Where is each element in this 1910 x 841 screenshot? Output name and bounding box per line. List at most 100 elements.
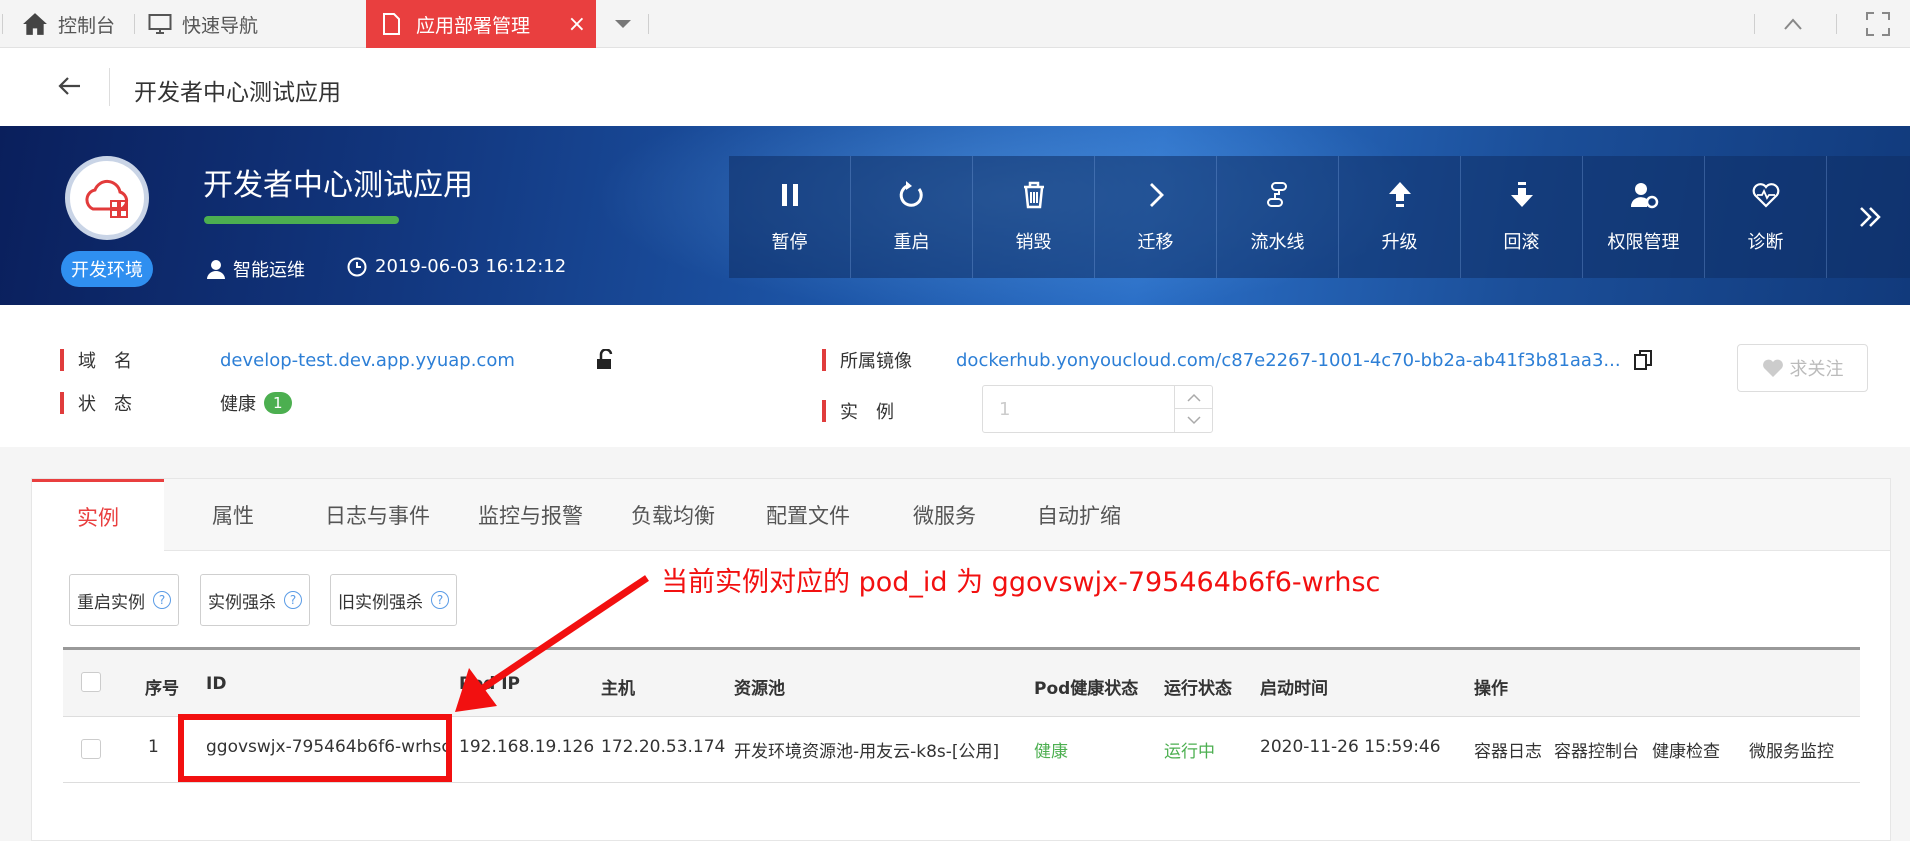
- pod-ip: 192.168.19.126: [459, 737, 595, 757]
- container-console-link[interactable]: 容器控制台: [1554, 737, 1639, 762]
- unlock-icon[interactable]: [595, 349, 617, 371]
- stepper-down-button[interactable]: [1175, 409, 1212, 432]
- upgrade-button[interactable]: 升级: [1339, 156, 1461, 278]
- accent-bar: [60, 392, 64, 414]
- help-icon[interactable]: ?: [153, 591, 171, 609]
- image-label: 所属镜像: [840, 351, 912, 372]
- image-field: 所属镜像 dockerhub.yonyoucloud.com/c87e2267-…: [822, 347, 1653, 373]
- page-header: 开发者中心测试应用: [0, 48, 1910, 126]
- tab-autoscale[interactable]: 自动扩缩: [1037, 479, 1121, 551]
- restart-instance-button[interactable]: 重启实例?: [69, 574, 179, 626]
- button-label: 实例强杀: [208, 592, 276, 613]
- action-label: 重启: [893, 232, 930, 253]
- more-actions-button[interactable]: [1827, 156, 1910, 278]
- start-time: 2020-11-26 15:59:46: [1260, 737, 1441, 757]
- column-header: 操作: [1474, 679, 1508, 699]
- instance-card: 实例 属性 日志与事件 监控与报警 负载均衡 配置文件 微服务 自动扩缩 重启实…: [31, 478, 1891, 841]
- detail-tabs: 实例 属性 日志与事件 监控与报警 负载均衡 配置文件 微服务 自动扩缩: [32, 479, 1890, 552]
- rollback-button[interactable]: 回滚: [1461, 156, 1583, 278]
- tab-microservice[interactable]: 微服务: [913, 479, 976, 551]
- image-link[interactable]: dockerhub.yonyoucloud.com/c87e2267-1001-…: [956, 350, 1621, 371]
- column-header: 主机: [601, 679, 635, 699]
- app-name: 开发者中心测试应用: [203, 168, 473, 203]
- tab-load-balance[interactable]: 负载均衡: [631, 479, 715, 551]
- help-icon[interactable]: ?: [284, 591, 302, 609]
- action-label: 回滚: [1503, 232, 1540, 253]
- action-toolbar: 暂停 重启 销毁 迁移 流水线 升级 回滚 权限管理 诊断: [729, 156, 1910, 278]
- tab-properties[interactable]: 属性: [212, 479, 254, 551]
- permission-button[interactable]: 权限管理: [1583, 156, 1705, 278]
- run-state: 运行中: [1164, 742, 1215, 762]
- instance-label: 实 例: [840, 402, 894, 423]
- force-kill-button[interactable]: 实例强杀?: [200, 574, 310, 626]
- instance-stepper[interactable]: 1: [982, 385, 1213, 433]
- tab-quick-nav[interactable]: 快速导航: [148, 0, 258, 48]
- column-header: ID: [206, 674, 227, 694]
- stepper-up-button[interactable]: [1175, 386, 1212, 409]
- health-progress-bar: [204, 216, 399, 224]
- column-header: Pod IP: [459, 674, 521, 694]
- destroy-button[interactable]: 销毁: [973, 156, 1095, 278]
- force-kill-old-button[interactable]: 旧实例强杀?: [330, 574, 457, 626]
- document-icon: [383, 13, 400, 35]
- pause-button[interactable]: 暂停: [729, 156, 851, 278]
- tab-bar: 控制台 快速导航 应用部署管理 ×: [0, 0, 1910, 48]
- restart-icon: [899, 181, 923, 207]
- host-link[interactable]: 172.20.53.174: [601, 737, 725, 757]
- health-check-link[interactable]: 健康检查: [1652, 737, 1720, 762]
- tab-dropdown[interactable]: [614, 0, 632, 48]
- tab-label: 快速导航: [182, 14, 259, 37]
- diagnose-button[interactable]: 诊断: [1705, 156, 1827, 278]
- column-header: 启动时间: [1260, 679, 1328, 699]
- highlight-box: [178, 714, 452, 782]
- instance-value: 1: [999, 399, 1011, 420]
- container-log-link[interactable]: 容器日志: [1474, 737, 1542, 762]
- home-icon: [23, 13, 47, 35]
- pod-health: 健康: [1034, 742, 1068, 762]
- domain-field: 域 名 develop-test.dev.app.yyuap.com: [60, 347, 617, 373]
- resource-pool: 开发环境资源池-用友云-k8s-[公用]: [734, 742, 1000, 762]
- select-all-checkbox[interactable]: [81, 672, 101, 692]
- action-label: 升级: [1381, 232, 1418, 253]
- rollback-icon: [1510, 182, 1533, 207]
- arrow-left-icon[interactable]: [58, 76, 82, 96]
- fullscreen-button[interactable]: [1865, 0, 1891, 48]
- migrate-button[interactable]: 迁移: [1095, 156, 1217, 278]
- tab-instances[interactable]: 实例: [32, 479, 164, 552]
- row-checkbox[interactable]: [81, 739, 101, 759]
- fullscreen-icon: [1866, 12, 1890, 36]
- cloud-app-icon: [85, 179, 129, 218]
- follow-label: 求关注: [1789, 359, 1844, 380]
- microservice-monitor-link[interactable]: 微服务监控: [1749, 737, 1834, 762]
- accent-bar: [60, 349, 64, 371]
- tab-label: 应用部署管理: [416, 14, 531, 37]
- tab-app-deploy[interactable]: 应用部署管理 ×: [366, 0, 596, 48]
- follow-button[interactable]: 求关注: [1737, 344, 1868, 392]
- table-header: 序号 ID Pod IP 主机 资源池 Pod健康状态 运行状态 启动时间 操作: [63, 647, 1860, 717]
- clock-icon: [347, 257, 367, 276]
- column-header: 序号: [145, 679, 179, 699]
- tab-console[interactable]: 控制台: [22, 0, 115, 48]
- tab-logs-events[interactable]: 日志与事件: [325, 479, 430, 551]
- tab-config-files[interactable]: 配置文件: [766, 479, 850, 551]
- restart-button[interactable]: 重启: [851, 156, 973, 278]
- close-icon[interactable]: ×: [568, 12, 586, 37]
- caret-down-icon: [615, 20, 631, 28]
- divider: [109, 68, 110, 106]
- divider: [134, 14, 135, 34]
- collapse-button[interactable]: [1783, 0, 1803, 48]
- pipeline-button[interactable]: 流水线: [1217, 156, 1339, 278]
- user-gear-icon: [1630, 183, 1658, 209]
- accent-bar: [822, 349, 826, 371]
- action-label: 权限管理: [1607, 232, 1680, 253]
- copy-icon[interactable]: [1633, 349, 1653, 371]
- action-label: 迁移: [1137, 232, 1174, 253]
- domain-link[interactable]: develop-test.dev.app.yyuap.com: [220, 350, 595, 371]
- tab-monitor-alarm[interactable]: 监控与报警: [478, 479, 583, 551]
- app-avatar: [65, 156, 149, 240]
- button-label: 重启实例: [77, 592, 145, 613]
- help-icon[interactable]: ?: [431, 591, 449, 609]
- monitor-icon: [148, 14, 172, 34]
- status-label: 状 态: [78, 394, 132, 415]
- divider: [1754, 14, 1755, 34]
